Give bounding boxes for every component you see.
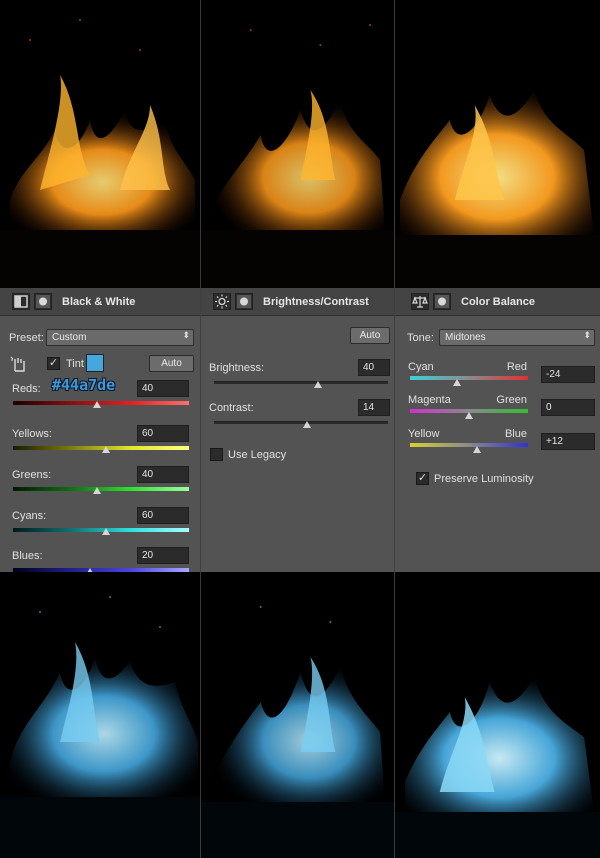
bc-auto-button[interactable]: Auto	[350, 327, 390, 344]
scales-icon[interactable]	[411, 293, 429, 310]
orange-flame-image	[201, 24, 394, 288]
photo-result-3	[394, 572, 600, 858]
panel-title: Color Balance	[461, 296, 535, 308]
tone-select[interactable]: Midtones ⬍	[439, 329, 595, 346]
mask-icon[interactable]	[433, 293, 451, 310]
photo-original-2	[200, 0, 394, 288]
bw-slider-label: Greens:	[12, 469, 52, 481]
cb-left-label: Yellow	[408, 428, 440, 440]
orange-flame-image	[395, 90, 600, 288]
cb-right-label: Red	[506, 361, 527, 373]
panel-title: Black & White	[62, 296, 136, 308]
color-balance-panel: Color Balance Tone: Midtones ⬍ Cyan Red -2…	[394, 288, 600, 572]
photo-original-1	[0, 0, 200, 288]
preset-select[interactable]: Custom ⬍	[46, 329, 194, 346]
targeted-adjustment-hand-icon[interactable]	[10, 355, 28, 373]
photo-result-1	[0, 572, 200, 858]
sun-icon[interactable]	[213, 293, 231, 310]
updown-arrow-icon: ⬍	[583, 330, 591, 340]
result-photos-row	[0, 572, 600, 858]
bw-slider-label: Reds:	[12, 383, 41, 395]
blue-flame-image	[0, 596, 200, 858]
cb-slider-thumb[interactable]	[453, 379, 462, 386]
bw-slider-thumb[interactable]	[102, 528, 111, 535]
contrast-value-field[interactable]: 14	[358, 399, 390, 416]
adjustment-panels: Black & White Preset: Custom ⬍ ✓ Tint Au…	[0, 288, 600, 575]
mask-icon[interactable]	[235, 293, 253, 310]
preserve-luminosity-checkbox[interactable]: ✓	[416, 472, 429, 485]
color-balance-header: Color Balance	[395, 288, 600, 316]
tint-checkbox[interactable]: ✓	[47, 357, 60, 370]
cb-left-label: Cyan	[408, 361, 434, 373]
use-legacy-checkbox[interactable]	[210, 448, 223, 461]
bw-slider-label: Cyans:	[12, 510, 47, 522]
contrast-slider-thumb[interactable]	[303, 421, 312, 428]
photo-result-2	[200, 572, 394, 858]
original-photos-row	[0, 0, 600, 288]
brightness-label: Brightness:	[209, 362, 265, 374]
cb-right-label: Green	[496, 394, 527, 406]
mask-icon[interactable]	[34, 293, 52, 310]
cb-slider-track[interactable]	[410, 376, 528, 380]
bw-slider-thumb[interactable]	[93, 487, 102, 494]
preset-value: Custom	[52, 332, 87, 343]
bw-slider-value-field[interactable]: 40	[137, 466, 189, 483]
brightness-value-field[interactable]: 40	[358, 359, 390, 376]
bw-slider-value-field[interactable]: 20	[137, 547, 189, 564]
bw-slider-track[interactable]	[13, 446, 189, 450]
blue-flame-image	[201, 606, 394, 858]
orange-flame-image	[0, 19, 200, 288]
bw-auto-button[interactable]: Auto	[149, 355, 194, 372]
preset-label: Preset:	[9, 332, 44, 344]
tone-label: Tone:	[407, 332, 434, 344]
tone-value: Midtones	[445, 332, 486, 343]
updown-arrow-icon: ⬍	[182, 330, 190, 340]
preserve-luminosity-label: Preserve Luminosity	[434, 473, 534, 485]
tint-hex-value: #44a7de	[52, 376, 116, 394]
photo-original-3	[394, 0, 600, 288]
tint-label: Tint	[66, 358, 84, 370]
brightness-slider-track[interactable]	[214, 381, 388, 384]
bw-slider-thumb[interactable]	[93, 401, 102, 408]
cb-left-label: Magenta	[408, 394, 451, 406]
brightness-contrast-panel: Brightness/Contrast Auto Brightness: 40 …	[200, 288, 394, 572]
contrast-slider-track[interactable]	[214, 421, 388, 424]
cb-slider-thumb[interactable]	[473, 446, 482, 453]
brightness-contrast-header: Brightness/Contrast	[201, 288, 394, 316]
bw-slider-value-field[interactable]: 40	[137, 380, 189, 397]
cb-value-field[interactable]: +12	[541, 433, 595, 450]
contrast-label: Contrast:	[209, 402, 254, 414]
cb-right-label: Blue	[504, 428, 527, 440]
cb-slider-track[interactable]	[410, 443, 528, 447]
cb-value-field[interactable]: -24	[541, 366, 595, 383]
panel-title: Brightness/Contrast	[263, 296, 369, 308]
blue-flame-image	[395, 677, 600, 858]
bw-slider-thumb[interactable]	[102, 446, 111, 453]
black-white-header: Black & White	[0, 288, 200, 316]
bw-slider-label: Blues:	[12, 550, 43, 562]
cb-value-field[interactable]: 0	[541, 399, 595, 416]
bw-slider-value-field[interactable]: 60	[137, 425, 189, 442]
use-legacy-label: Use Legacy	[228, 449, 287, 461]
black-white-adjustment-icon[interactable]	[12, 293, 30, 310]
tint-color-swatch[interactable]	[86, 354, 104, 372]
bw-slider-label: Yellows:	[12, 428, 52, 440]
cb-slider-thumb[interactable]	[465, 412, 473, 419]
brightness-slider-thumb[interactable]	[314, 381, 323, 388]
black-white-panel: Black & White Preset: Custom ⬍ ✓ Tint Au…	[0, 288, 200, 575]
bw-slider-track[interactable]	[13, 528, 189, 532]
bw-slider-value-field[interactable]: 60	[137, 507, 189, 524]
